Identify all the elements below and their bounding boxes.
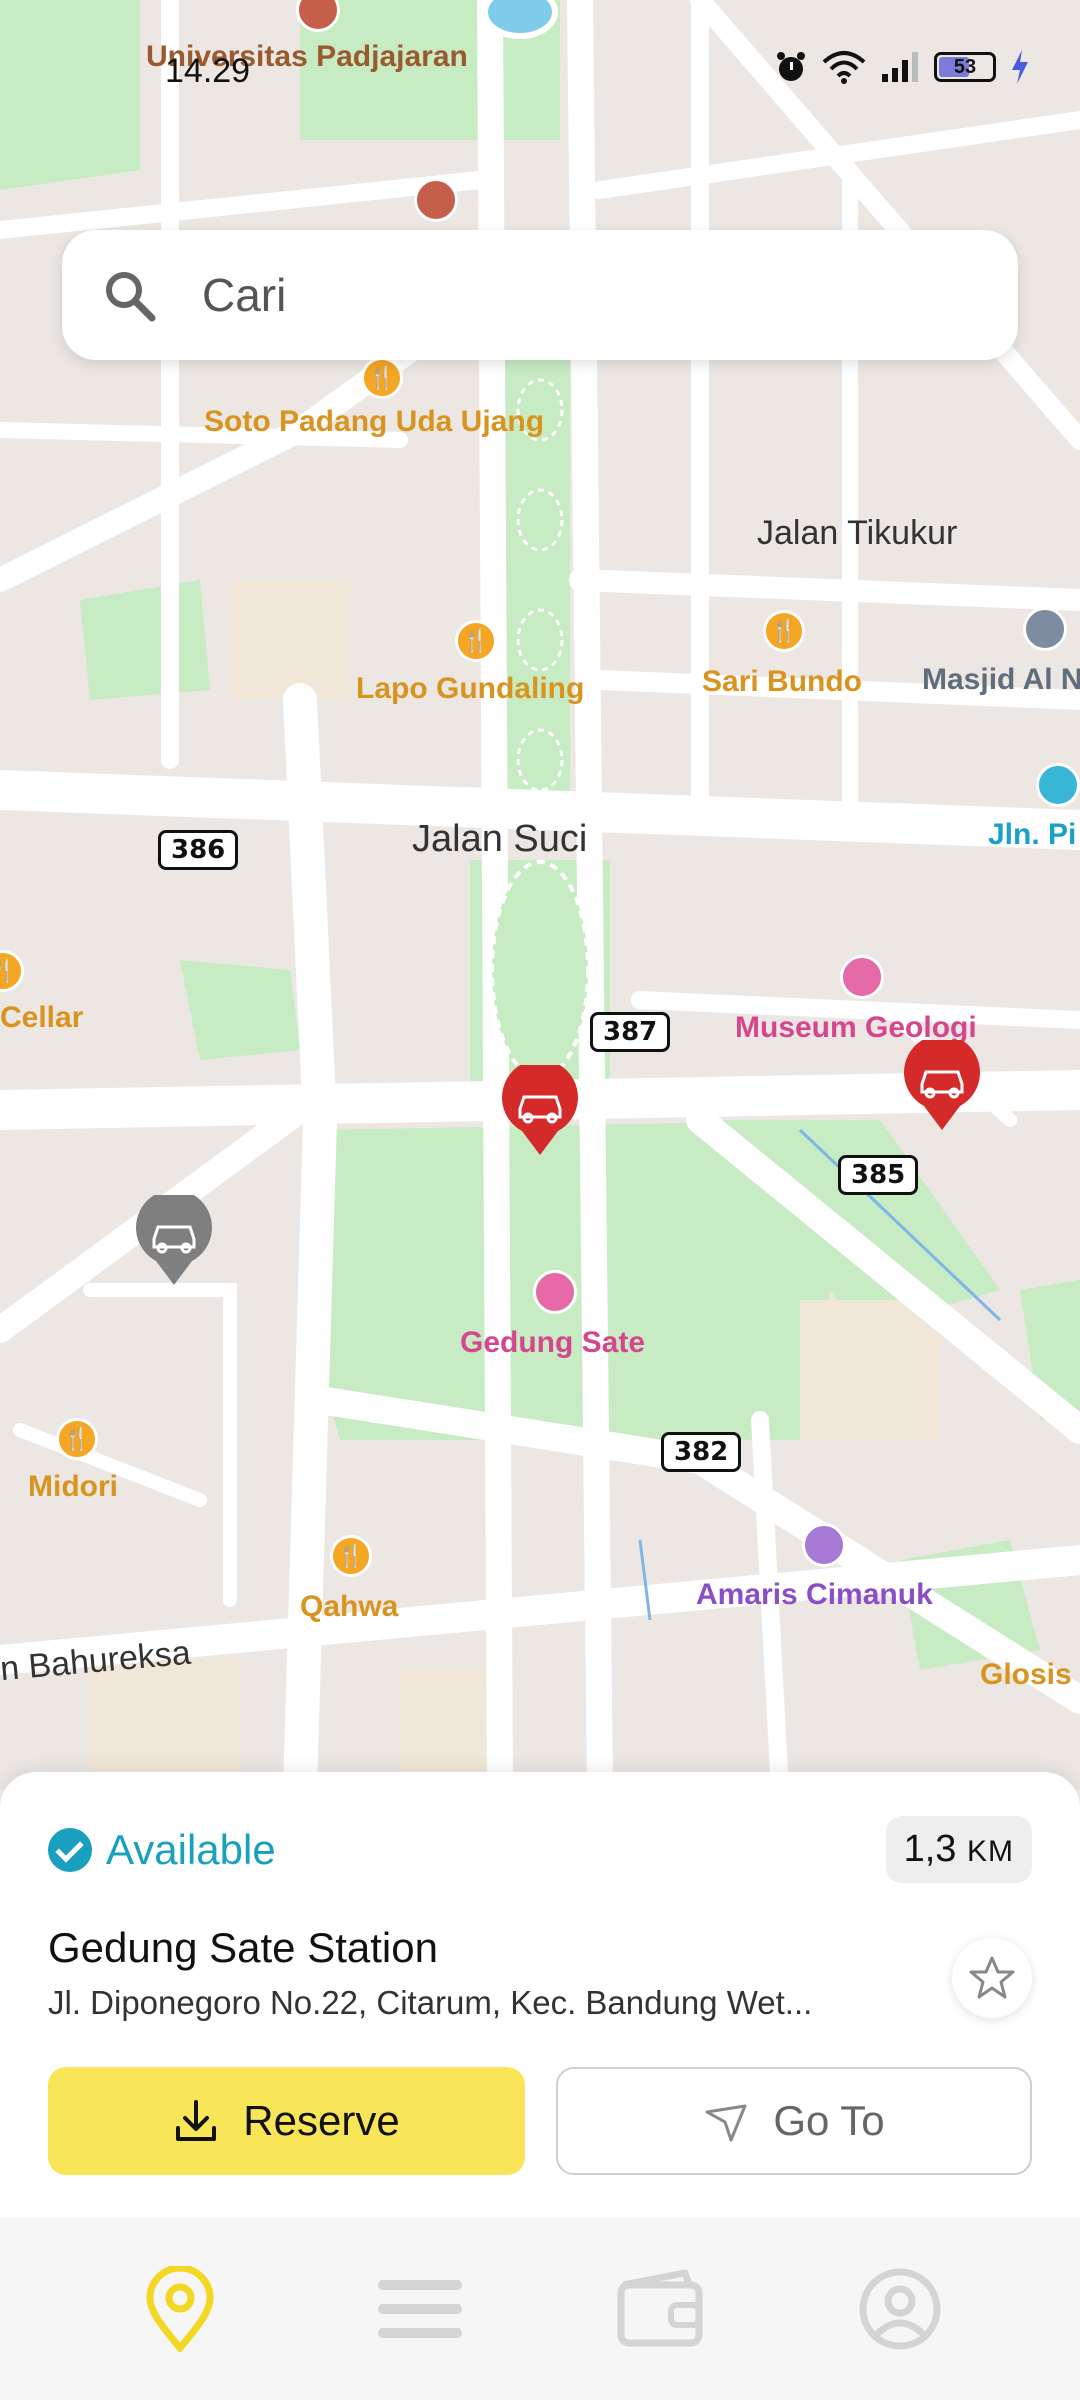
- road-shield-385: 385: [838, 1155, 919, 1195]
- poi-label-masjid[interactable]: Masjid Al N: [922, 663, 1080, 697]
- poi-label-cellar[interactable]: Cellar: [0, 1001, 83, 1035]
- university-icon[interactable]: [414, 178, 458, 222]
- go-to-label: Go To: [773, 2097, 885, 2144]
- poi-label-soto[interactable]: Soto Padang Uda Ujang: [204, 405, 544, 439]
- poi-label-qahwa[interactable]: Qahwa: [300, 1590, 398, 1624]
- landmark-icon[interactable]: [1036, 763, 1080, 807]
- street-label-suci: Jalan Suci: [412, 818, 588, 860]
- availability-status: Available: [48, 1826, 276, 1874]
- search-input[interactable]: [202, 260, 982, 330]
- nav-profile-tab[interactable]: [840, 2249, 960, 2369]
- nav-map-tab[interactable]: [120, 2249, 240, 2369]
- search-bar[interactable]: [62, 230, 1018, 360]
- restaurant-icon[interactable]: 🍴: [330, 1535, 372, 1577]
- search-icon: [106, 272, 156, 322]
- distance-badge: 1,3 KM: [885, 1816, 1032, 1883]
- nav-list-tab[interactable]: [360, 2249, 480, 2369]
- app-root: 🍴 🍴 🍴 🍴 🍴 🍴 Universitas Padjajaran Soto …: [0, 0, 1080, 2400]
- ev-station-marker[interactable]: [902, 1040, 982, 1132]
- reserve-button[interactable]: Reserve: [48, 2067, 525, 2175]
- status-icons: 53: [774, 50, 1030, 84]
- favorite-button[interactable]: [952, 1938, 1032, 2018]
- alarm-icon: [777, 52, 805, 81]
- poi-label-gedung[interactable]: Gedung Sate: [460, 1326, 645, 1360]
- restaurant-icon[interactable]: 🍴: [455, 620, 497, 662]
- list-icon: [378, 2280, 462, 2338]
- camera-icon[interactable]: [533, 1270, 577, 1314]
- check-circle-icon: [48, 1828, 92, 1872]
- reserve-label: Reserve: [243, 2097, 400, 2144]
- poi-label-lapo[interactable]: Lapo Gundaling: [356, 672, 584, 706]
- navigation-arrow-icon: [705, 2104, 747, 2142]
- star-icon: [969, 1956, 1015, 1999]
- road-shield-386: 386: [158, 830, 239, 870]
- wifi-icon: [822, 51, 866, 84]
- battery-icon: 53: [934, 52, 996, 82]
- ev-station-marker-selected[interactable]: [500, 1065, 580, 1157]
- road-shield-387: 387: [590, 1012, 671, 1052]
- signal-icon: [882, 52, 918, 82]
- charging-icon: [1012, 50, 1028, 84]
- mosque-icon[interactable]: [1023, 607, 1067, 651]
- poi-label-jln[interactable]: Jln. Pi: [988, 818, 1076, 852]
- station-name: Gedung Sate Station: [48, 1924, 438, 1971]
- distance-value: 1,3: [903, 1828, 957, 1870]
- go-to-button[interactable]: Go To: [556, 2067, 1032, 2175]
- street-label-tikukur: Jalan Tikukur: [757, 514, 958, 552]
- poi-label-glosis[interactable]: Glosis: [980, 1658, 1072, 1692]
- poi-label-amaris[interactable]: Amaris Cimanuk: [696, 1578, 933, 1612]
- status-bar: 14.29 53: [0, 0, 1080, 140]
- station-card: Available 1,3 KM Gedung Sate Station Jl.…: [0, 1772, 1080, 2218]
- restaurant-icon[interactable]: 🍴: [763, 610, 805, 652]
- hotel-icon[interactable]: [802, 1523, 846, 1567]
- availability-label: Available: [106, 1826, 276, 1873]
- map-pin-icon: [146, 2266, 214, 2352]
- download-icon: [176, 2100, 217, 2141]
- poi-label-midori[interactable]: Midori: [28, 1470, 118, 1504]
- station-address: Jl. Diponegoro No.22, Citarum, Kec. Band…: [48, 1984, 813, 2021]
- profile-icon: [859, 2268, 941, 2350]
- wallet-icon: [617, 2269, 703, 2347]
- battery-level: 53: [953, 55, 977, 78]
- distance-unit: KM: [967, 1835, 1014, 1868]
- nav-wallet-tab[interactable]: [600, 2249, 720, 2369]
- ev-station-marker-unavailable[interactable]: [134, 1195, 214, 1287]
- road-shield-382: 382: [661, 1432, 742, 1472]
- bottom-navigation: [0, 2218, 1080, 2400]
- restaurant-icon[interactable]: 🍴: [361, 357, 403, 399]
- restaurant-icon[interactable]: 🍴: [56, 1418, 98, 1460]
- museum-icon[interactable]: [840, 955, 884, 999]
- poi-label-sari[interactable]: Sari Bundo: [702, 665, 862, 699]
- status-time: 14.29: [165, 52, 251, 90]
